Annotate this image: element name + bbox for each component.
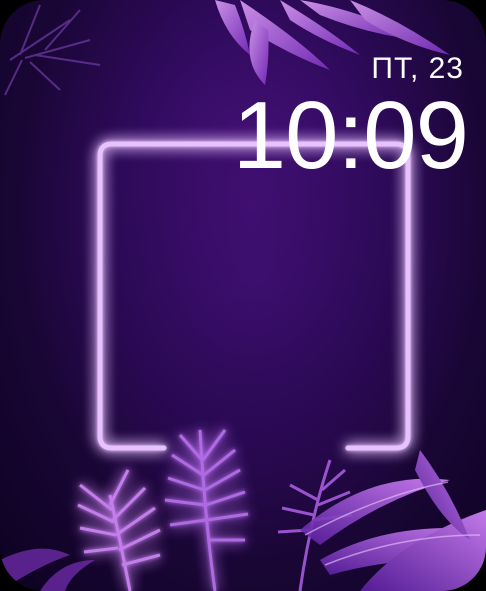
bottom-center-fronds: [164, 429, 249, 591]
time-label: 10:09: [232, 82, 469, 189]
top-left-leaves: [4, 4, 101, 96]
date-label: ПТ, 23: [371, 52, 464, 85]
bottom-left-edge-leaves: [0, 548, 95, 591]
watch-face[interactable]: ПТ, 23 10:09: [0, 0, 486, 591]
bottom-left-frond: [77, 469, 161, 591]
clock[interactable]: ПТ, 23 10:09: [232, 52, 469, 189]
